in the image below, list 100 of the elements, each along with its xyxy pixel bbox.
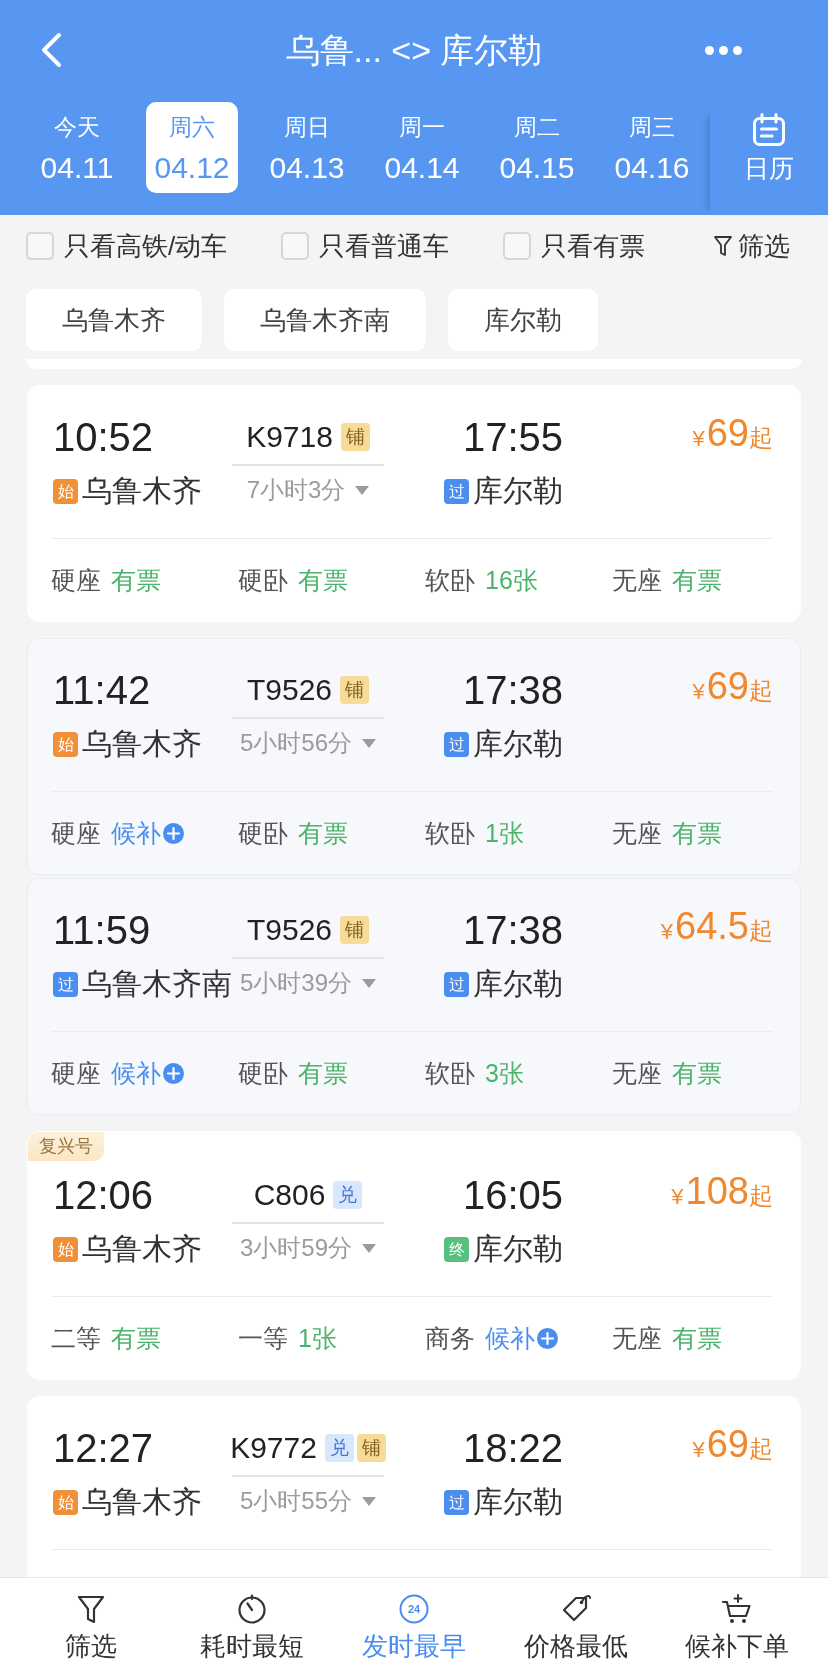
train-number: T9526 xyxy=(246,912,333,948)
station-tag: 过 xyxy=(444,971,469,997)
arrival-time: 16:05 xyxy=(462,1172,563,1219)
duration: 3小时59分 xyxy=(239,1233,352,1263)
seat-class: 无座 xyxy=(612,1058,662,1089)
seat-class: 无座 xyxy=(612,818,662,849)
departure-time: 11:42 xyxy=(53,667,151,714)
checkbox[interactable] xyxy=(503,232,532,260)
seat-availability: 有票 xyxy=(111,565,161,596)
station-name: 库尔勒 xyxy=(473,473,563,509)
seat-class: 软卧 xyxy=(425,565,475,596)
station-name: 库尔勒 xyxy=(473,1484,563,1520)
seat-class: 二等 xyxy=(51,1323,101,1354)
arrival-time: 18:22 xyxy=(462,1425,563,1472)
train-card[interactable]: 12:27 始 乌鲁木齐 K9772 兑 铺 5小时55分 18:22 过 库尔勒 ¥69起 xyxy=(27,1396,801,1577)
filter-label: 只看高铁/动车 xyxy=(64,230,228,263)
departure-time: 11:59 xyxy=(53,907,151,954)
duration: 5小时56分 xyxy=(239,728,352,758)
station-name: 乌鲁木齐 xyxy=(82,1231,202,1267)
train-tag: 兑 xyxy=(324,1434,354,1462)
filter-label: 只看有票 xyxy=(541,230,646,263)
station-tag: 始 xyxy=(53,478,78,504)
station-name: 乌鲁木齐 xyxy=(82,1484,202,1520)
station-name: 库尔勒 xyxy=(473,1231,563,1267)
train-tag: 铺 xyxy=(340,916,370,944)
more-icon[interactable] xyxy=(705,45,742,55)
seat-availability: 有票 xyxy=(111,1323,161,1354)
price: ¥69起 xyxy=(692,664,773,709)
duration: 5小时55分 xyxy=(239,1486,352,1516)
arrival-time: 17:38 xyxy=(462,907,563,954)
seat-availability: 有票 xyxy=(298,1058,348,1089)
train-card[interactable]: 11:59 过 乌鲁木齐南 T9526 铺 5小时39分 17:38 过 库尔勒 ¥64.5起 硬座 候补 硬卧 有票 软卧 3张 无座 有票 xyxy=(27,878,801,1115)
seat-class: 软卧 xyxy=(425,818,475,849)
back-icon[interactable] xyxy=(40,32,63,68)
seat-class: 软卧 xyxy=(425,1058,475,1089)
filter-label: 只看普通车 xyxy=(319,230,450,263)
station-tag: 过 xyxy=(444,731,469,757)
departure-time: 10:52 xyxy=(53,414,154,461)
toolbar-button[interactable]: 耗时最短 xyxy=(171,1578,334,1667)
seat-availability: 3张 xyxy=(485,1058,524,1089)
seat-class: 硬座 xyxy=(51,565,101,596)
train-number: C806 xyxy=(253,1177,326,1213)
station-name: 库尔勒 xyxy=(473,726,563,762)
checkbox[interactable] xyxy=(281,232,310,260)
train-card[interactable]: 复兴号 12:06 始 乌鲁木齐 C806 兑 3小时59分 16:05 终 库尔勒 ¥108起 二等 有票 一等 1张 商务 候补 无座 有票 xyxy=(27,1131,801,1380)
seat-availability: 1张 xyxy=(485,818,524,849)
toolbar-button[interactable]: 价格最低 xyxy=(494,1578,657,1667)
seat-class: 无座 xyxy=(612,565,662,596)
train-tag: 兑 xyxy=(333,1181,363,1209)
arrival-time: 17:38 xyxy=(462,667,563,714)
filter-button[interactable]: 筛选 xyxy=(713,229,790,263)
train-number: K9718 xyxy=(246,419,333,455)
seat-class: 硬座 xyxy=(51,818,101,849)
page-title: 乌鲁... <> 库尔勒 xyxy=(285,31,543,69)
plus-icon[interactable] xyxy=(163,822,184,844)
seat-availability: 候补 xyxy=(111,1058,161,1089)
seat-availability: 有票 xyxy=(298,818,348,849)
seat-availability: 有票 xyxy=(672,565,722,596)
price: ¥69起 xyxy=(692,411,773,456)
seat-availability: 候补 xyxy=(485,1323,535,1354)
cart-icon xyxy=(721,1593,754,1625)
seat-availability: 1张 xyxy=(298,1323,337,1354)
station-tag: 终 xyxy=(444,1236,469,1262)
station-tag: 始 xyxy=(53,1489,78,1515)
station-tag: 始 xyxy=(53,731,78,757)
toolbar-button[interactable]: 筛选 xyxy=(10,1578,172,1667)
seat-availability: 候补 xyxy=(111,818,161,849)
checkbox[interactable] xyxy=(26,232,54,260)
toolbar-button[interactable]: 候补下单 xyxy=(656,1578,818,1667)
train-tag: 铺 xyxy=(356,1434,386,1462)
station-name: 乌鲁木齐南 xyxy=(82,966,232,1002)
plus-icon[interactable] xyxy=(537,1327,558,1349)
funnel-icon xyxy=(713,235,733,257)
price: ¥69起 xyxy=(692,1422,773,1467)
caret-icon[interactable] xyxy=(362,1496,376,1506)
caret-icon[interactable] xyxy=(362,738,376,748)
seat-availability: 有票 xyxy=(672,1323,722,1354)
duration: 7小时3分 xyxy=(246,475,346,505)
seat-class: 硬座 xyxy=(51,1058,101,1089)
train-card[interactable]: 10:52 始 乌鲁木齐 K9718 铺 7小时3分 17:55 过 库尔勒 ¥69起 硬座 有票 硬卧 有票 软卧 16张 无座 有票 xyxy=(27,385,801,622)
departure-time: 12:06 xyxy=(53,1172,154,1219)
station-tag: 过 xyxy=(444,478,469,504)
train-card[interactable]: 11:42 始 乌鲁木齐 T9526 铺 5小时56分 17:38 过 库尔勒 ¥69起 硬座 候补 硬卧 有票 软卧 1张 无座 有票 xyxy=(27,638,801,875)
seat-class: 商务 xyxy=(425,1323,475,1354)
train-tag: 铺 xyxy=(340,423,370,451)
station-filter-chip[interactable]: 库尔勒 xyxy=(448,289,598,351)
caret-icon[interactable] xyxy=(362,1243,376,1253)
station-name: 乌鲁木齐 xyxy=(82,726,202,762)
timer-icon xyxy=(236,1593,269,1625)
station-tag: 过 xyxy=(53,971,78,997)
caret-icon[interactable] xyxy=(362,978,376,988)
station-filter-chip[interactable]: 乌鲁木齐 xyxy=(26,289,202,351)
plus-icon[interactable] xyxy=(163,1062,184,1084)
departure-time: 12:27 xyxy=(53,1425,154,1472)
station-filter-chip[interactable]: 乌鲁木齐南 xyxy=(224,289,426,351)
train-tag: 铺 xyxy=(340,676,370,704)
clock-icon: 24 xyxy=(398,1593,430,1625)
caret-icon[interactable] xyxy=(355,485,370,495)
arrival-time: 17:55 xyxy=(462,414,563,461)
train-number: T9526 xyxy=(246,672,333,708)
